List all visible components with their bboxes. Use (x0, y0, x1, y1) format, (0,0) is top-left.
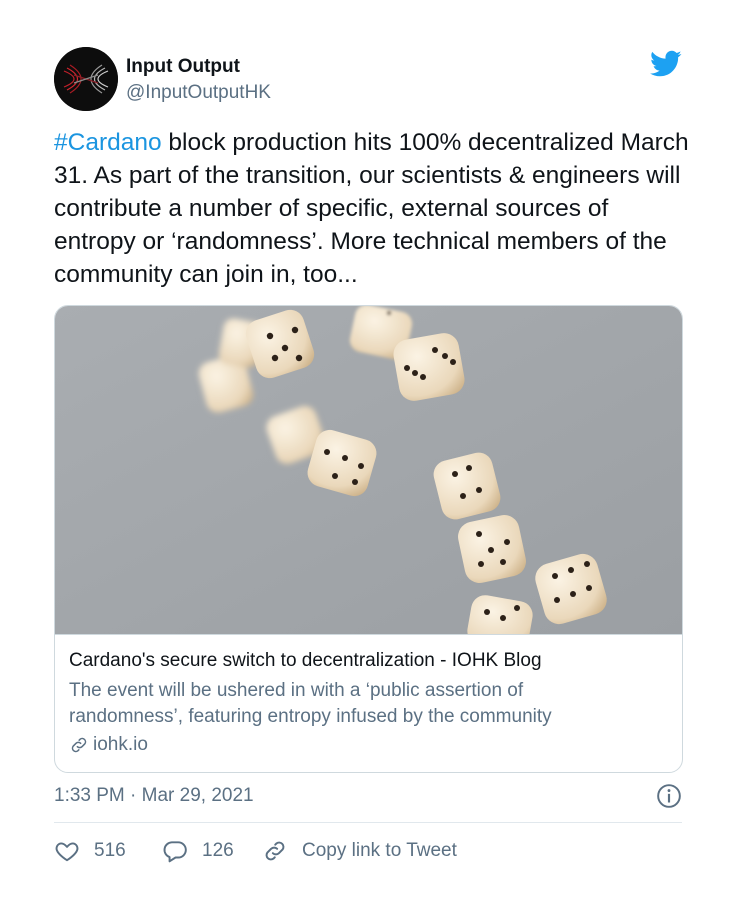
twitter-bird-icon[interactable] (650, 50, 682, 78)
card-domain[interactable]: iohk.io (69, 734, 148, 756)
flying-dice-image (55, 306, 682, 634)
author-display-name[interactable]: Input Output (126, 56, 240, 78)
copy-link-label: Copy link to Tweet (302, 840, 457, 861)
avatar[interactable] (54, 47, 118, 111)
link-card[interactable]: Cardano's secure switch to decentralizat… (54, 305, 683, 773)
reply-button[interactable]: 126 (162, 838, 234, 864)
card-divider (55, 634, 682, 635)
card-description: The event will be ushered in with a ‘pub… (69, 680, 552, 727)
tweet-text: #Cardano block production hits 100% dece… (54, 126, 694, 291)
card-domain-text: iohk.io (93, 734, 148, 755)
link-icon (71, 737, 87, 753)
iohk-logo-icon (54, 47, 118, 111)
hashtag-link[interactable]: #Cardano (54, 129, 162, 156)
author-handle[interactable]: @InputOutputHK (126, 82, 271, 104)
copy-link-button[interactable]: Copy link to Tweet (262, 838, 457, 864)
info-icon[interactable] (656, 783, 682, 809)
like-button[interactable]: 516 (54, 838, 126, 864)
heart-icon (55, 842, 79, 862)
link-icon (265, 841, 285, 861)
divider (54, 822, 682, 823)
like-count: 516 (94, 840, 126, 861)
reply-bubble-icon (163, 841, 187, 863)
card-title[interactable]: Cardano's secure switch to decentralizat… (69, 650, 542, 672)
tweet-embed: Input Output @InputOutputHK #Cardano blo… (0, 0, 736, 911)
reply-count: 126 (202, 840, 234, 861)
tweet-timestamp[interactable]: 1:33 PM · Mar 29, 2021 (54, 785, 254, 807)
